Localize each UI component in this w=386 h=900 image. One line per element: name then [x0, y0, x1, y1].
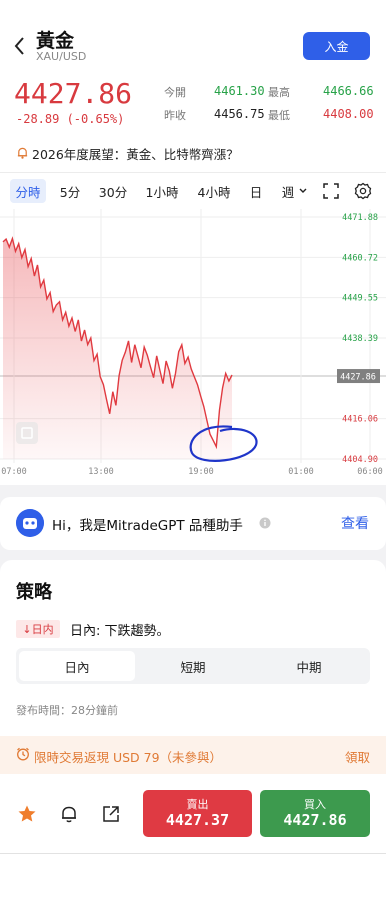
tab-week[interactable]: 週: [278, 179, 298, 203]
sell-price: 4427.37: [165, 811, 230, 829]
segment-mid-term[interactable]: 中期: [251, 651, 367, 681]
open-value: 4461.30: [214, 84, 265, 98]
trend-badge-label: 日内: [31, 623, 54, 636]
news-banner[interactable]: 2026年度展望：黃金、比特幣齊漲？: [0, 134, 386, 172]
y-tick-label: 4471.88: [342, 213, 378, 223]
tab-4h[interactable]: 4小時: [194, 179, 234, 203]
x-tick-label: 19:00: [188, 467, 214, 477]
tab-30min[interactable]: 30分: [96, 179, 130, 203]
strategy-period-selector: 日內 短期 中期: [16, 648, 370, 684]
watermark-logo: [16, 422, 38, 444]
y-tick-label: 4460.72: [342, 253, 378, 263]
bell-icon[interactable]: [59, 804, 79, 824]
current-price: 4427.86: [14, 77, 133, 110]
settings-icon[interactable]: [354, 182, 372, 200]
segment-short-term[interactable]: 短期: [135, 651, 251, 681]
tab-1h[interactable]: 1小時: [142, 179, 182, 203]
bell-icon: [17, 147, 28, 159]
high-value: 4466.66: [323, 84, 374, 98]
buy-label: 買入: [304, 798, 326, 811]
strategy-title: 策略: [16, 582, 52, 603]
y-tick-label: 4449.55: [342, 294, 378, 304]
x-tick-label: 13:00: [88, 467, 114, 477]
sell-label: 賣出: [186, 798, 209, 811]
symbol-label: XAU/USD: [36, 50, 87, 63]
gpt-assistant-row[interactable]: Hi，我是MitradeGPT 品種助手 查看: [0, 497, 386, 550]
deposit-button[interactable]: 入金: [303, 32, 370, 60]
prev-close-label: 昨收: [164, 109, 186, 122]
price-change: -28.89 (-0.65%): [16, 112, 125, 126]
header: 黃金 XAU/USD 入金: [0, 0, 386, 80]
tab-day[interactable]: 日: [246, 179, 266, 203]
gpt-view-link[interactable]: 查看: [341, 513, 369, 533]
chart-canvas[interactable]: 4471.88 4460.72 4449.55 4438.39 4427.86 4416.…: [0, 209, 386, 485]
publish-time: 發布時間：28分鐘前: [16, 704, 118, 717]
strategy-panel: 策略 ↓ 日内 日內: 下跌趨勢。 日內 短期 中期 發布時間：28分鐘前: [0, 560, 386, 736]
low-value: 4408.00: [323, 107, 374, 121]
gpt-text: Hi，我是MitradeGPT 品種助手: [52, 518, 243, 534]
x-tick-label: 07:00: [1, 467, 27, 477]
star-icon[interactable]: [17, 804, 37, 824]
footer-space: [0, 854, 386, 900]
share-icon[interactable]: [101, 804, 121, 824]
x-tick-label: 06:00: [357, 467, 383, 477]
fullscreen-icon[interactable]: [322, 182, 340, 200]
page-title: 黃金: [36, 30, 75, 52]
high-label: 最高: [268, 86, 290, 99]
quote-panel: 4427.86 -28.89 (-0.65%) 今開 4461.30 最高 44…: [0, 72, 386, 134]
sell-button[interactable]: 賣出 4427.37: [143, 790, 252, 837]
chevron-down-icon[interactable]: [298, 186, 308, 196]
low-label: 最低: [268, 109, 290, 122]
info-icon[interactable]: [259, 517, 271, 529]
promo-claim-link[interactable]: 領取: [345, 747, 370, 766]
buy-button[interactable]: 買入 4427.86: [260, 790, 370, 837]
buy-price: 4427.86: [283, 811, 347, 829]
tab-1min[interactable]: 分時: [10, 179, 46, 203]
prev-close-value: 4456.75: [214, 107, 265, 121]
trend-badge: ↓ 日内: [16, 620, 60, 638]
timeframe-tabs: 分時 5分 30分 1小時 4小時 日 週: [0, 173, 386, 209]
news-text: 2026年度展望：黃金、比特幣齊漲？: [32, 147, 239, 162]
price-chart[interactable]: 4471.88 4460.72 4449.55 4438.39 4427.86 4416.…: [0, 209, 386, 485]
arrow-down-icon: ↓: [22, 622, 32, 636]
robot-icon: [16, 509, 44, 537]
y-tick-label: 4416.06: [342, 415, 378, 425]
back-icon[interactable]: [12, 34, 28, 58]
x-tick-label: 01:00: [288, 467, 314, 477]
trade-bar: 賣出 4427.37 買入 4427.86: [0, 774, 386, 854]
y-tick-label: 4438.39: [342, 334, 378, 344]
current-price-label: 4427.86: [340, 373, 376, 383]
open-label: 今開: [164, 86, 186, 99]
tab-5min[interactable]: 5分: [56, 179, 84, 203]
alarm-icon: [17, 747, 29, 761]
promo-banner[interactable]: 限時交易返現 USD 79（未參與） 領取: [0, 736, 386, 774]
y-tick-label: 4404.90: [342, 455, 378, 465]
segment-intraday[interactable]: 日內: [19, 651, 135, 681]
promo-text: 限時交易返現 USD 79（未參與）: [34, 750, 223, 765]
strategy-description: 日內: 下跌趨勢。: [70, 624, 170, 639]
